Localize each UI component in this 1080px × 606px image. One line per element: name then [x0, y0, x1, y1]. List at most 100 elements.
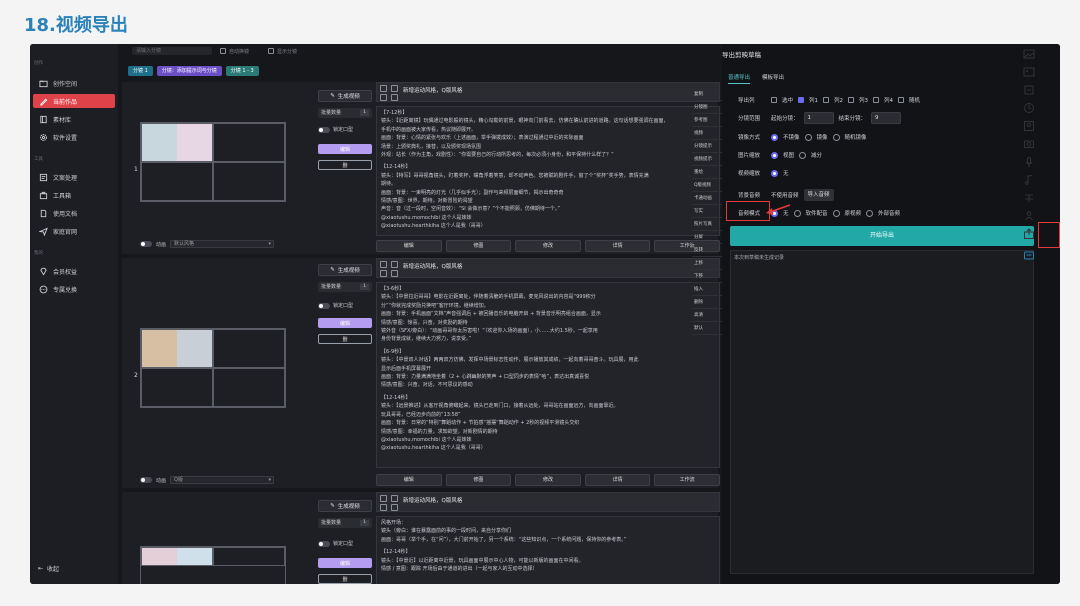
generate-video-button[interactable]: ✎ 生成视频 [318, 500, 372, 512]
side-action-item[interactable]: 写实 [692, 205, 722, 218]
play-icon[interactable] [391, 94, 398, 101]
empty-image-slot[interactable] [213, 162, 285, 201]
sidebar-item-vip[interactable]: 会员权益 [33, 264, 115, 278]
style-select[interactable]: 默认风格 [170, 240, 275, 248]
side-action-item[interactable]: 照片写真 [692, 218, 722, 231]
action-edit-button[interactable]: 编辑 [376, 474, 442, 486]
radio-software-dub[interactable] [793, 209, 801, 217]
side-action-item[interactable]: 视频提示 [692, 153, 722, 166]
empty-image-slot[interactable] [141, 368, 213, 407]
camera-icon[interactable] [1023, 138, 1035, 150]
radio-external-audio[interactable] [866, 209, 874, 217]
action-edit-button[interactable]: 编辑 [376, 240, 442, 252]
side-action-item[interactable]: 下移 [692, 270, 722, 283]
edit-button[interactable]: 编辑 [318, 144, 372, 154]
radio-random-mirror[interactable] [832, 133, 840, 141]
sidebar-item-docs[interactable]: 使用文档 [33, 206, 115, 220]
empty-image-slot[interactable] [213, 329, 285, 368]
generate-video-button[interactable]: ✎ 生成视频 [318, 90, 372, 102]
back-icon[interactable] [391, 85, 398, 92]
toggle-switch[interactable] [140, 241, 152, 247]
refresh-icon[interactable] [1023, 84, 1035, 96]
show-scene-toggle[interactable]: 显示分镜 [268, 47, 297, 55]
side-action-item[interactable]: 反转 [692, 244, 722, 257]
checkbox-col4[interactable] [873, 97, 880, 103]
radio-audio-none[interactable] [771, 209, 778, 217]
side-action-item[interactable]: 默认 [692, 322, 722, 335]
storyboard-thumbnail[interactable] [141, 547, 213, 566]
side-action-item[interactable]: 高清 [692, 309, 722, 322]
action-retouch-button[interactable]: 修图 [445, 474, 512, 486]
edit-button[interactable]: 编辑 [318, 318, 372, 328]
search-input[interactable]: 请输入分镜 [132, 47, 212, 55]
image-icon[interactable] [380, 85, 387, 92]
radio-none[interactable] [771, 169, 778, 177]
delete-button[interactable]: 删 [318, 160, 372, 170]
side-action-item[interactable]: 分镜图 [692, 101, 722, 114]
action-workflow-button[interactable]: 工作流 [654, 474, 720, 486]
sidebar-item-workspace[interactable]: 创作空间 [33, 76, 115, 90]
batch-count-field[interactable]: 批量数量 1 [318, 282, 372, 292]
toggle-switch[interactable] [318, 126, 330, 133]
lip-sync-toggle[interactable]: 锁定口型 [318, 126, 353, 133]
sidebar-item-text[interactable]: 文案处理 [33, 170, 115, 184]
export-icon[interactable] [1023, 228, 1035, 240]
side-action-item[interactable]: 分屏 [692, 231, 722, 244]
animation-toggle[interactable] [140, 241, 152, 247]
mic-icon[interactable] [1023, 156, 1035, 168]
toggle-switch[interactable] [140, 477, 152, 483]
import-audio-button[interactable]: 导入音频 [803, 189, 834, 201]
empty-image-slot[interactable] [213, 368, 285, 407]
side-action-item[interactable]: 复制 [692, 88, 722, 101]
checkbox-selected[interactable] [771, 97, 777, 103]
radio-no-mirror[interactable] [771, 133, 778, 141]
action-retouch-button[interactable]: 修图 [445, 240, 512, 252]
checkbox[interactable] [220, 48, 226, 54]
start-export-button[interactable]: 开始导出 [730, 226, 1034, 246]
side-action-item[interactable]: Q版视频 [692, 179, 722, 192]
side-action-item[interactable]: 插入 [692, 283, 722, 296]
radio-view[interactable] [771, 151, 778, 159]
checkbox-random[interactable] [898, 97, 905, 103]
batch-count-field[interactable]: 批量数量 1 [318, 518, 372, 528]
style-select[interactable]: Q版 [170, 476, 275, 484]
image-icon[interactable] [380, 495, 387, 502]
radio-original-video[interactable] [832, 209, 840, 217]
chip-prompt[interactable]: 分镜：添加提示词与分镜 [156, 66, 222, 76]
count-value[interactable]: 1 [360, 284, 369, 290]
start-scene-input[interactable]: 1 [803, 112, 834, 124]
play-icon[interactable] [391, 270, 398, 277]
radio-reduce[interactable] [799, 151, 807, 159]
message-icon[interactable] [1023, 250, 1035, 262]
sidebar-item-current-work[interactable]: 当前作品 [33, 94, 115, 108]
side-action-item[interactable]: 视频 [692, 127, 722, 140]
play-icon[interactable] [391, 504, 398, 511]
delete-button[interactable]: 删 [318, 574, 372, 584]
lip-sync-toggle[interactable]: 锁定口型 [318, 302, 353, 309]
count-value[interactable]: 1 [360, 520, 369, 526]
checkbox-col3[interactable] [848, 97, 855, 103]
action-detail-button[interactable]: 详情 [584, 474, 651, 486]
chip-scene[interactable]: 分镜 1 [128, 66, 153, 76]
sidebar-item-website[interactable]: 家庭官网 [33, 224, 115, 238]
empty-image-slot[interactable] [213, 547, 285, 566]
person-icon[interactable] [1023, 210, 1035, 222]
side-action-item[interactable]: 分镜提示 [692, 140, 722, 153]
image-icon[interactable] [380, 261, 387, 268]
back-icon[interactable] [391, 495, 398, 502]
sidebar-item-assets[interactable]: 素材库 [33, 112, 115, 126]
batch-count-field[interactable]: 批量数量 1 [318, 108, 372, 118]
image-icon[interactable] [1023, 66, 1035, 78]
lip-sync-toggle[interactable]: 锁定口型 [318, 540, 353, 547]
action-modify-button[interactable]: 修改 [515, 240, 581, 252]
sidebar-collapse-button[interactable]: ⇤ 收起 [38, 564, 59, 573]
checkbox[interactable] [268, 48, 274, 54]
toggle-switch[interactable] [318, 302, 330, 309]
sidebar-item-toolbox[interactable]: 工具箱 [33, 188, 115, 202]
side-action-item[interactable]: 重绘 [692, 166, 722, 179]
scene-script-text[interactable]: 【7-12秒】 镜头：【近距离镜】玩偶通过电影般的镜头，精心勾勒的前景，眼神向门… [376, 106, 720, 236]
chip-range[interactable]: 分镜 1 - 3 [225, 66, 259, 76]
radio-mirror[interactable] [804, 133, 812, 141]
side-action-item[interactable]: 卡通动画 [692, 192, 722, 205]
side-action-item[interactable]: 删除 [692, 296, 722, 309]
